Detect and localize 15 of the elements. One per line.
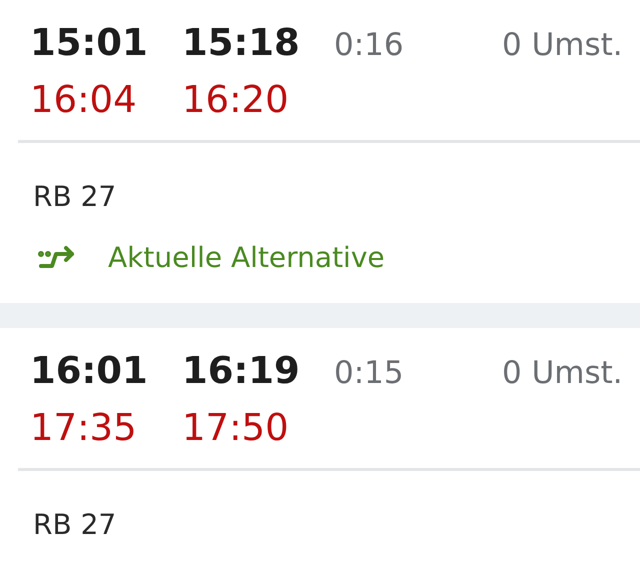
- departure-time: 16:01: [30, 348, 149, 394]
- train-line: RB 27: [32, 179, 118, 215]
- train-line: RB 27: [32, 507, 118, 543]
- delayed-arrival-time: 17:50: [182, 405, 290, 451]
- delayed-departure-time: 17:35: [30, 405, 138, 451]
- duration: 0:16: [334, 26, 405, 65]
- transfers: 0 Umst.: [502, 354, 623, 393]
- delayed-departure-time: 16:04: [30, 77, 138, 123]
- arrival-time: 15:18: [182, 20, 301, 66]
- transfers: 0 Umst.: [502, 26, 623, 65]
- alternative-link[interactable]: Aktuelle Alternative: [108, 237, 385, 279]
- delayed-arrival-time: 16:20: [182, 77, 290, 123]
- departure-time: 15:01: [30, 20, 149, 66]
- duration: 0:15: [334, 354, 405, 393]
- arrival-time: 16:19: [182, 348, 301, 394]
